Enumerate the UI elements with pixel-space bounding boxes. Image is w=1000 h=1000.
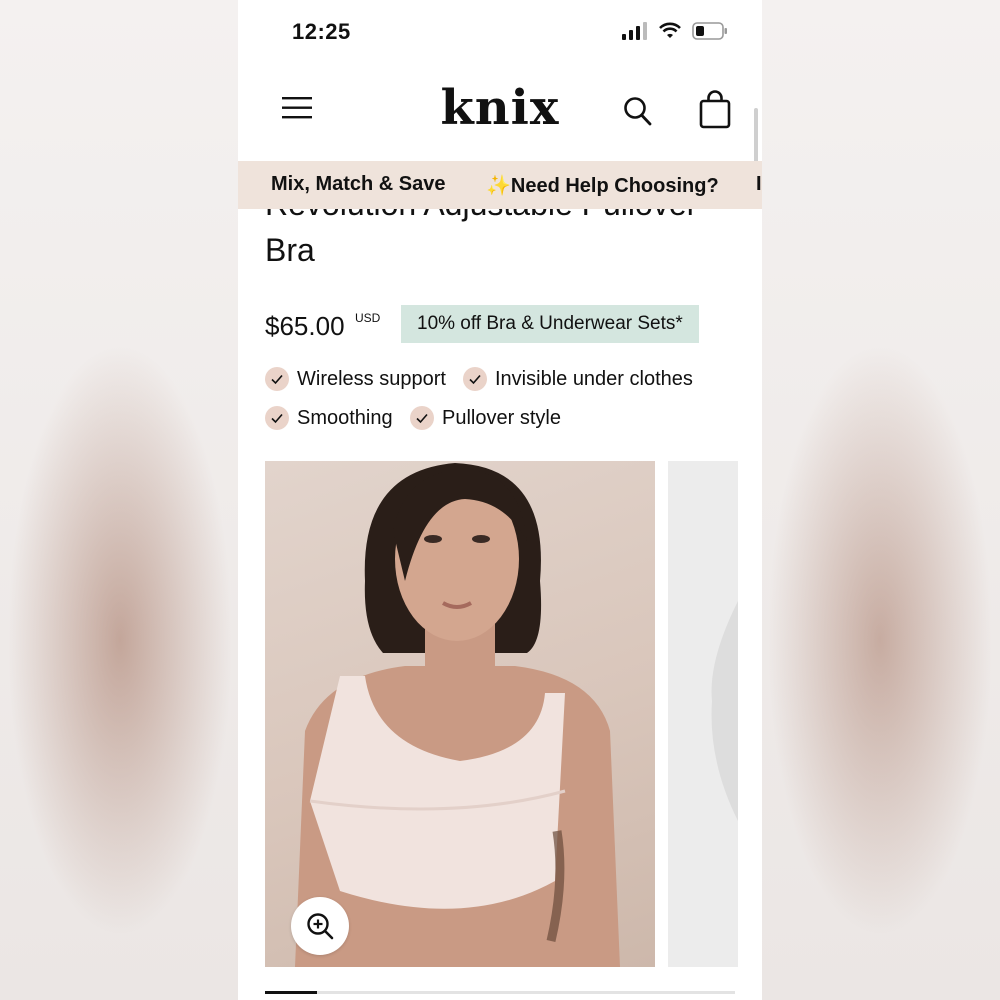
product-details: Revolution Adjustable Pullover Bra $65.0…	[238, 209, 762, 1000]
feature-item: Pullover style	[410, 406, 561, 430]
zoom-in-icon	[307, 913, 334, 940]
zoom-button[interactable]	[291, 897, 349, 955]
model-illustration	[295, 463, 620, 967]
product-gallery[interactable]	[265, 461, 762, 967]
feature-label: Smoothing	[297, 406, 393, 429]
promo-mix-match[interactable]: Mix, Match & Save	[271, 173, 446, 196]
promo-help-choosing[interactable]: ✨Need Help Choosing?	[486, 173, 719, 198]
feature-item: Smoothing	[265, 406, 393, 430]
check-icon	[463, 367, 487, 391]
check-icon	[265, 367, 289, 391]
promo-strip: Mix, Match & Save ✨Need Help Choosing? I	[238, 161, 762, 209]
bag-icon	[699, 90, 731, 129]
status-time: 12:25	[292, 19, 351, 44]
price-row: $65.00 USD 10% off Bra & Underwear Sets*	[265, 305, 745, 345]
status-bar: 12:25	[238, 0, 762, 64]
feature-item: Invisible under clothes	[463, 367, 693, 391]
cart-button[interactable]	[698, 90, 732, 130]
brand-logo[interactable]: knix	[238, 80, 762, 136]
offer-badge: 10% off Bra & Underwear Sets*	[401, 305, 699, 343]
search-icon	[624, 97, 652, 126]
feature-label: Invisible under clothes	[495, 367, 693, 390]
wifi-icon	[659, 22, 681, 38]
search-button[interactable]	[622, 94, 654, 128]
gallery-progress-fill	[265, 991, 317, 994]
promo-next-item[interactable]: I	[756, 173, 762, 196]
battery-icon	[692, 22, 727, 40]
phone-screen: 12:25 knix Mix, Match & Save ✨Need Help …	[238, 0, 762, 1000]
next-photo-illustration	[711, 601, 738, 821]
signal-icon	[622, 22, 647, 40]
check-icon	[410, 406, 434, 430]
next-product-photo[interactable]	[668, 461, 738, 967]
product-photo[interactable]	[265, 461, 655, 967]
status-icons	[622, 22, 728, 40]
site-header: knix	[238, 70, 762, 160]
check-icon	[265, 406, 289, 430]
feature-item: Wireless support	[265, 367, 446, 391]
gallery-progress	[265, 991, 735, 994]
product-price: $65.00	[265, 311, 345, 341]
feature-label: Wireless support	[297, 367, 446, 390]
product-title: Revolution Adjustable Pullover Bra	[265, 209, 697, 268]
price-currency: USD	[355, 311, 381, 325]
feature-label: Pullover style	[442, 406, 561, 429]
